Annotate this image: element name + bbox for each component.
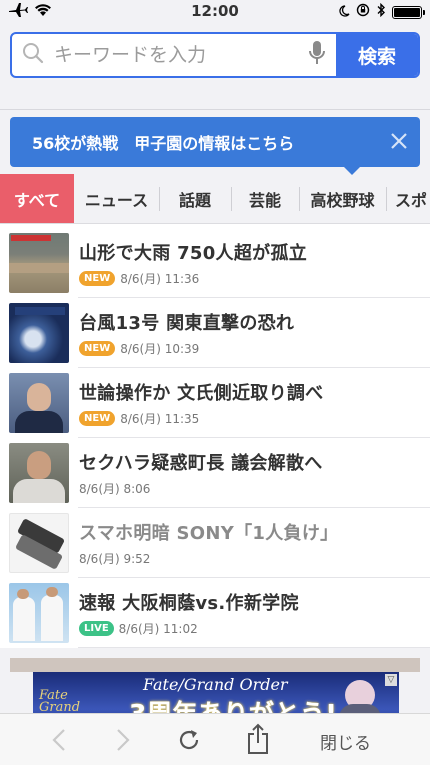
koshien-banner[interactable]: 56校が熱戦 甲子園の情報はこちら xyxy=(10,117,420,175)
news-item[interactable]: セクハラ疑惑町長 議会解散へ 8/6(月) 8:06 xyxy=(0,438,430,508)
live-badge: LIVE xyxy=(79,621,114,636)
tab-entertainment[interactable]: 芸能 xyxy=(231,174,299,223)
search-button[interactable]: 検索 xyxy=(336,34,418,76)
news-item[interactable]: 速報 大阪桐蔭vs.作新学院 LIVE 8/6(月) 11:02 xyxy=(0,578,430,648)
news-title[interactable]: 台風13号 関東直撃の恐れ xyxy=(79,309,294,335)
news-thumbnail xyxy=(9,233,69,293)
news-time: 8/6(月) 11:35 xyxy=(120,412,200,426)
bottom-toolbar: 閉じる xyxy=(0,713,430,765)
new-badge: NEW xyxy=(79,271,116,286)
ad-info-icon[interactable]: ▽ xyxy=(385,674,397,686)
tab-news[interactable]: ニュース xyxy=(74,174,159,223)
banner-text[interactable]: 56校が熱戦 甲子園の情報はこちら xyxy=(32,130,294,154)
news-time: 8/6(月) 10:39 xyxy=(120,342,200,356)
news-item[interactable]: スマホ明暗 SONY「1人負け」 8/6(月) 9:52 xyxy=(0,508,430,578)
news-title[interactable]: 山形で大雨 750人超が孤立 xyxy=(79,239,307,265)
category-tabs: すべて ニュース 話題 芸能 高校野球 スポ xyxy=(0,174,430,224)
news-thumbnail xyxy=(9,303,69,363)
status-bar: 12:00 xyxy=(0,0,430,24)
battery-icon xyxy=(392,5,425,19)
close-icon[interactable] xyxy=(390,129,408,155)
search-input[interactable] xyxy=(54,44,298,66)
news-time: 8/6(月) 11:36 xyxy=(120,272,200,286)
airplane-icon xyxy=(8,2,28,22)
tab-all[interactable]: すべて xyxy=(0,174,74,223)
news-title[interactable]: スマホ明暗 SONY「1人負け」 xyxy=(79,519,338,545)
rotation-lock-icon xyxy=(356,3,370,21)
back-icon[interactable] xyxy=(52,728,66,752)
search-box: 検索 xyxy=(10,32,420,78)
news-item[interactable]: 山形で大雨 750人超が孤立 NEW 8/6(月) 11:36 xyxy=(0,228,430,298)
moon-icon xyxy=(338,3,350,21)
news-time: 8/6(月) 8:06 xyxy=(79,482,151,496)
tab-topics[interactable]: 話題 xyxy=(159,174,231,223)
ad-title: Fate/Grand Order xyxy=(143,675,288,694)
wifi-icon xyxy=(34,3,52,21)
news-thumbnail xyxy=(9,443,69,503)
news-title[interactable]: セクハラ疑惑町長 議会解散へ xyxy=(79,449,323,475)
news-title[interactable]: 世論操作か 文氏側近取り調べ xyxy=(79,379,323,405)
news-item[interactable]: 世論操作か 文氏側近取り調べ NEW 8/6(月) 11:35 xyxy=(0,368,430,438)
tab-high-school-baseball[interactable]: 高校野球 xyxy=(299,174,386,223)
news-thumbnail xyxy=(9,583,69,643)
news-thumbnail xyxy=(9,373,69,433)
reload-icon[interactable] xyxy=(176,727,202,753)
forward-icon[interactable] xyxy=(116,728,130,752)
share-icon[interactable] xyxy=(246,723,270,755)
search-area: 検索 xyxy=(0,24,430,110)
microphone-icon[interactable] xyxy=(308,40,326,70)
news-list: 山形で大雨 750人超が孤立 NEW 8/6(月) 11:36 台風13号 関東… xyxy=(0,224,430,648)
new-badge: NEW xyxy=(79,411,116,426)
news-time: 8/6(月) 9:52 xyxy=(79,552,151,566)
news-time: 8/6(月) 11:02 xyxy=(118,622,198,636)
search-icon xyxy=(22,42,44,68)
bluetooth-icon xyxy=(376,2,386,21)
news-item[interactable]: 台風13号 関東直撃の恐れ NEW 8/6(月) 10:39 xyxy=(0,298,430,368)
news-thumbnail xyxy=(9,513,69,573)
news-title[interactable]: 速報 大阪桐蔭vs.作新学院 xyxy=(79,589,299,615)
tab-sports[interactable]: スポ xyxy=(386,174,430,223)
close-button[interactable]: 閉じる xyxy=(320,729,371,754)
new-badge: NEW xyxy=(79,341,116,356)
